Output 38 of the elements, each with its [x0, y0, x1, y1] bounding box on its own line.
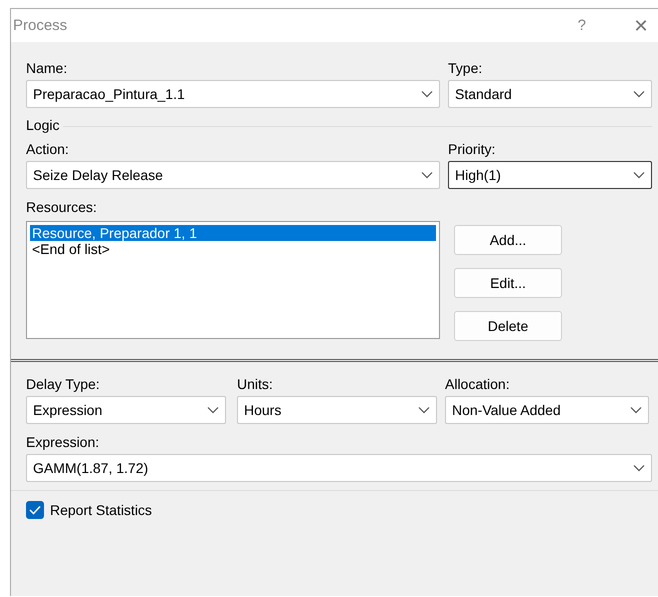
checkbox[interactable] [26, 501, 44, 519]
chevron-down-icon [418, 406, 430, 414]
group-title: Logic [26, 117, 64, 133]
dropdown-field[interactable]: Seize Delay Release [26, 161, 440, 189]
dropdown-field[interactable]: Expression [26, 396, 226, 424]
field-label: Type: [448, 59, 484, 78]
list-item[interactable]: <End of list> [30, 241, 436, 257]
field-label: Delay Type: [26, 375, 101, 394]
field-label: Name: [26, 59, 68, 78]
chevron-down-icon [421, 171, 433, 179]
list-item[interactable]: Resource, Preparador 1, 1 [30, 225, 436, 241]
chevron-down-icon [633, 171, 645, 179]
chevron-down-icon [421, 90, 433, 98]
dropdown-field[interactable]: Preparacao_Pintura_1.1 [26, 80, 440, 108]
chevron-down-icon [630, 406, 642, 414]
field-label: Expression: [26, 433, 100, 452]
window-title: Process [13, 17, 68, 34]
dialog-button[interactable]: Delete [454, 311, 562, 341]
dropdown-field[interactable]: Non-Value Added [445, 396, 649, 424]
field-label: Units: [237, 375, 274, 394]
dropdown-field[interactable]: Standard [448, 80, 652, 108]
field-label: Action: [26, 140, 70, 159]
field-label: Allocation: [445, 375, 511, 394]
checkmark-icon [29, 505, 41, 515]
chevron-down-icon [633, 90, 645, 98]
dialog-button[interactable]: Add... [454, 225, 562, 255]
field-label: Priority: [448, 140, 496, 159]
close-button[interactable]: ✕ [630, 14, 652, 36]
dropdown-field[interactable]: GAMM(1.87, 1.72) [26, 454, 652, 482]
resources-list[interactable]: Resource, Preparador 1, 1 <End of list> [26, 221, 440, 339]
chevron-down-icon [633, 464, 645, 472]
dialog-button[interactable]: Edit... [454, 268, 562, 298]
dropdown-field[interactable]: High(1) [448, 161, 652, 189]
field-label: Resources: [26, 198, 98, 217]
help-button[interactable]: ? [578, 17, 586, 34]
chevron-down-icon [207, 406, 219, 414]
checkbox-label: Report Statistics [50, 502, 152, 518]
dropdown-field[interactable]: Hours [237, 396, 437, 424]
